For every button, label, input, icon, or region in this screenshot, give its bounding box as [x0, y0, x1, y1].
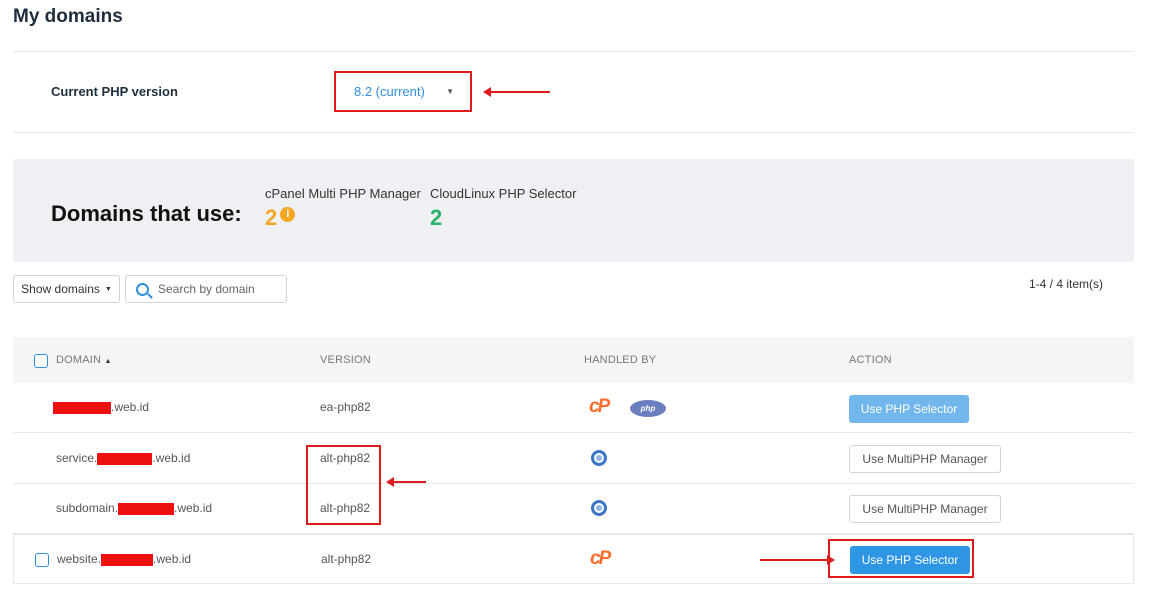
domain-prefix: subdomain. — [56, 501, 119, 515]
annotation-arrow — [760, 555, 835, 565]
cpanel-icon: cP — [590, 548, 611, 569]
search-box[interactable] — [125, 275, 287, 303]
domain-suffix: .web.id — [174, 501, 213, 515]
php-version-label: Current PHP version — [51, 84, 178, 99]
search-input[interactable] — [158, 282, 276, 296]
show-domains-label: Show domains — [21, 282, 100, 296]
domain-cell: .web.id — [53, 400, 149, 414]
php-version-select[interactable]: 8.2 (current) ▼ — [340, 77, 466, 106]
stats-title: Domains that use: — [51, 201, 242, 226]
show-domains-dropdown[interactable]: Show domains ▼ — [13, 275, 120, 303]
redaction-mark — [101, 553, 154, 566]
stat-multi-php: cPanel Multi PHP Manager 2 i — [265, 186, 421, 231]
table-row: service. .web.id alt-php82 Use MultiPHP M… — [13, 434, 1134, 484]
page-title: My domains — [13, 6, 123, 27]
domain-cell: subdomain. .web.id — [56, 501, 212, 515]
stat-php-selector-label: CloudLinux PHP Selector — [430, 186, 577, 201]
use-php-selector-button[interactable]: Use PHP Selector — [849, 395, 969, 423]
php-version-selected: 8.2 (current) — [354, 84, 425, 99]
stat-php-selector-value: 2 — [430, 205, 443, 230]
table-header: DOMAIN ▲ VERSION HANDLED BY ACTION — [13, 337, 1134, 383]
domain-cell: service. .web.id — [56, 451, 190, 465]
stat-multi-php-value: 2 — [265, 205, 278, 230]
table-row: .web.id ea-php82 cP php Use PHP Selector — [13, 383, 1134, 433]
stat-php-selector: CloudLinux PHP Selector 2 — [430, 186, 576, 231]
sort-asc-icon: ▲ — [104, 358, 112, 365]
column-action: ACTION — [849, 354, 892, 366]
annotation-highlight-box — [828, 539, 974, 578]
redaction-mark — [97, 452, 153, 465]
stat-multi-php-label: cPanel Multi PHP Manager — [265, 186, 421, 201]
cloudlinux-icon — [591, 500, 607, 516]
cloudlinux-icon — [591, 450, 607, 466]
domain-suffix: .web.id — [152, 451, 191, 465]
column-version: VERSION — [320, 354, 371, 366]
column-domain-label: DOMAIN — [56, 354, 102, 366]
version-cell: alt-php82 — [321, 552, 372, 566]
cpanel-icon: cP — [589, 396, 610, 417]
search-icon — [136, 282, 149, 296]
domain-cell: website. .web.id — [57, 552, 191, 566]
info-icon[interactable]: i — [280, 206, 296, 222]
column-domain[interactable]: DOMAIN ▲ — [56, 354, 112, 366]
domain-suffix: .web.id — [153, 552, 192, 566]
version-cell: ea-php82 — [320, 400, 371, 414]
divider — [13, 132, 1134, 133]
domain-prefix: website. — [57, 552, 102, 566]
redaction-mark — [118, 502, 175, 515]
domains-stats-panel: Domains that use: cPanel Multi PHP Manag… — [13, 159, 1134, 262]
annotation-highlight-box — [306, 445, 381, 525]
domain-prefix: service. — [56, 451, 98, 465]
annotation-arrow — [386, 477, 426, 487]
item-count: 1-4 / 4 item(s) — [1028, 277, 1103, 291]
chevron-down-icon: ▼ — [446, 87, 454, 96]
annotation-arrow — [483, 87, 550, 97]
use-multiphp-manager-button[interactable]: Use MultiPHP Manager — [849, 495, 1001, 523]
use-multiphp-manager-button[interactable]: Use MultiPHP Manager — [849, 445, 1001, 473]
domain-suffix: .web.id — [111, 400, 150, 414]
column-handled-by: HANDLED BY — [584, 354, 657, 366]
table-row: subdomain. .web.id alt-php82 Use MultiPHP… — [13, 484, 1134, 534]
row-checkbox[interactable] — [35, 553, 49, 567]
redaction-mark — [53, 401, 111, 414]
select-all-checkbox[interactable] — [34, 354, 48, 368]
divider — [13, 51, 1134, 52]
php-icon: php — [630, 400, 666, 417]
chevron-down-icon: ▼ — [104, 285, 112, 293]
